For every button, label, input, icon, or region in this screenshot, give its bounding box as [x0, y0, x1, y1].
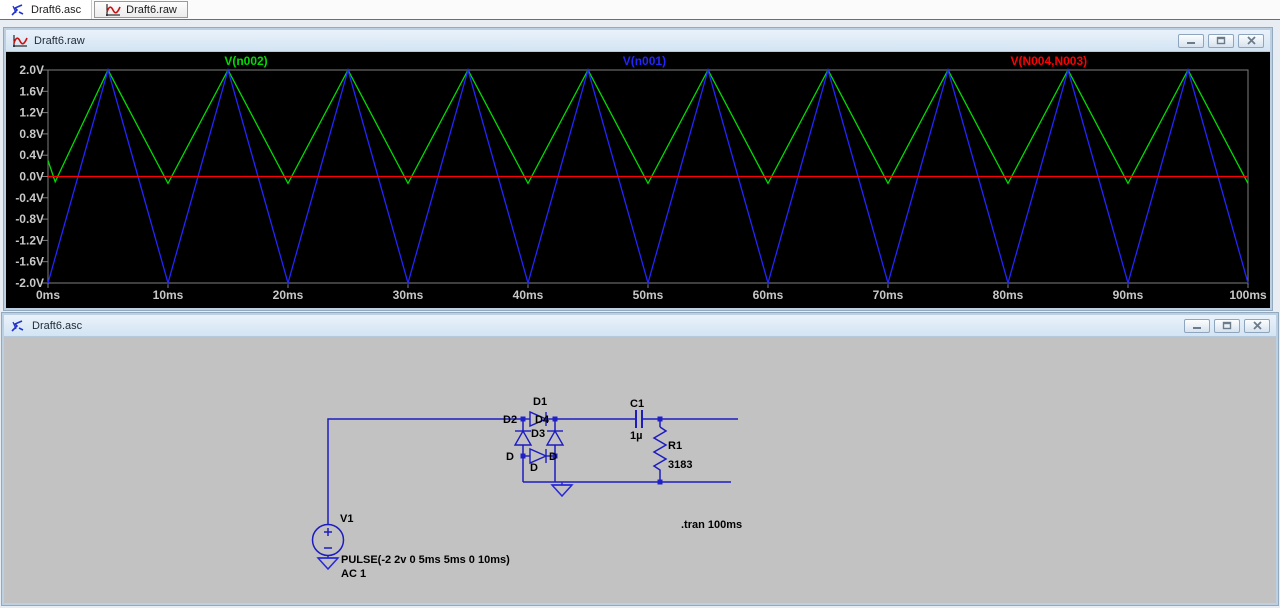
diode-label[interactable]: D3 [531, 428, 545, 440]
svg-text:V(n001): V(n001) [623, 54, 666, 68]
svg-text:1.2V: 1.2V [19, 106, 44, 120]
source-ac-label[interactable]: AC 1 [341, 568, 366, 580]
capacitor-value-label[interactable]: 1µ [630, 430, 642, 442]
svg-text:2.0V: 2.0V [19, 63, 44, 77]
resistor-r1[interactable] [652, 426, 668, 473]
svg-text:0.0V: 0.0V [19, 170, 44, 184]
spice-directive[interactable]: .tran 100ms [681, 519, 742, 531]
svg-text:60ms: 60ms [753, 288, 784, 302]
resistor-ref-label[interactable]: R1 [668, 440, 682, 452]
svg-text:-1.6V: -1.6V [15, 255, 44, 269]
ground-symbol[interactable] [550, 482, 574, 498]
svg-text:30ms: 30ms [393, 288, 424, 302]
window-title: Draft6.raw [34, 34, 85, 47]
waveform-doc-icon [13, 34, 28, 47]
maximize-icon [1222, 321, 1232, 330]
window-controls [1178, 33, 1264, 48]
waveform-titlebar[interactable]: Draft6.raw [6, 30, 1270, 52]
window-tab-bar: Draft6.asc Draft6.raw [0, 0, 1280, 20]
svg-text:40ms: 40ms [513, 288, 544, 302]
plot-area: 2.0V 1.6V 1.2V 0.8V 0.4V 0.0V -0.4V -0.8V -1.2V -… [6, 52, 1270, 308]
diode-label[interactable]: D [549, 451, 557, 463]
maximize-button[interactable] [1214, 318, 1240, 333]
maximize-button[interactable] [1208, 33, 1234, 48]
svg-text:70ms: 70ms [873, 288, 904, 302]
svg-text:100ms: 100ms [1229, 288, 1267, 302]
window-controls [1184, 318, 1270, 333]
ground-symbol[interactable] [316, 557, 340, 571]
schematic-titlebar[interactable]: Draft6.asc [4, 315, 1276, 337]
waveform-doc-icon [106, 3, 121, 16]
tab-draft6-asc[interactable]: Draft6.asc [0, 0, 93, 19]
svg-text:0ms: 0ms [36, 288, 60, 302]
diode-label[interactable]: D1 [533, 396, 547, 408]
svg-text:50ms: 50ms [633, 288, 664, 302]
svg-text:20ms: 20ms [273, 288, 304, 302]
tab-draft6-raw[interactable]: Draft6.raw [94, 1, 188, 18]
svg-text:-0.8V: -0.8V [15, 212, 44, 226]
minimize-button[interactable] [1184, 318, 1210, 333]
schematic-canvas[interactable]: D1 D2 D4 D3 D D D C1 1µ R1 3183 V1 PULSE… [4, 337, 1276, 603]
capacitor-ref-label[interactable]: C1 [630, 398, 644, 410]
diode-label[interactable]: D4 [535, 414, 550, 426]
maximize-icon [1216, 36, 1226, 45]
diode-d3[interactable] [545, 429, 565, 446]
diode-d2[interactable] [513, 429, 533, 446]
schematic-doc-icon [11, 319, 24, 332]
source-value-label[interactable]: PULSE(-2 2v 0 5ms 5ms 0 10ms) [341, 554, 510, 566]
svg-text:90ms: 90ms [1113, 288, 1144, 302]
svg-text:-1.2V: -1.2V [15, 233, 44, 247]
svg-text:1.6V: 1.6V [19, 84, 44, 98]
close-icon [1252, 321, 1262, 330]
schematic-canvas-area: D1 D2 D4 D3 D D D C1 1µ R1 3183 V1 PULSE… [4, 337, 1276, 603]
window-title: Draft6.asc [32, 319, 83, 332]
diode-label[interactable]: D [530, 462, 538, 474]
svg-text:10ms: 10ms [153, 288, 184, 302]
schematic-doc-icon [11, 3, 24, 16]
svg-text:80ms: 80ms [993, 288, 1024, 302]
minimize-icon [1193, 326, 1201, 329]
svg-text:V(N004,N003): V(N004,N003) [1010, 54, 1087, 68]
tab-label: Draft6.asc [31, 3, 82, 16]
svg-text:V(n002): V(n002) [224, 54, 267, 68]
voltage-source-v1[interactable] [311, 523, 345, 559]
tab-label: Draft6.raw [126, 3, 177, 16]
minimize-button[interactable] [1178, 33, 1204, 48]
source-ref-label[interactable]: V1 [340, 513, 353, 525]
resistor-value-label[interactable]: 3183 [668, 459, 692, 471]
close-button[interactable] [1238, 33, 1264, 48]
schematic-window: Draft6.asc D1 D2 D4 D3 D D D C1 1µ R1 31… [1, 312, 1279, 606]
minimize-icon [1187, 41, 1195, 44]
svg-text:0.8V: 0.8V [19, 127, 44, 141]
waveform-plot-canvas[interactable]: 2.0V 1.6V 1.2V 0.8V 0.4V 0.0V -0.4V -0.8V -1.2V -… [6, 52, 1270, 308]
diode-label[interactable]: D2 [503, 414, 517, 426]
close-button[interactable] [1244, 318, 1270, 333]
close-icon [1246, 36, 1256, 45]
svg-text:0.4V: 0.4V [19, 148, 44, 162]
capacitor-c1[interactable] [635, 410, 643, 428]
waveform-window: Draft6.raw 2.0V 1.6V 1.2V 0.8V 0.4V 0.0V -0.4V… [3, 27, 1273, 311]
svg-text:-0.4V: -0.4V [15, 191, 44, 205]
diode-label[interactable]: D [506, 451, 514, 463]
